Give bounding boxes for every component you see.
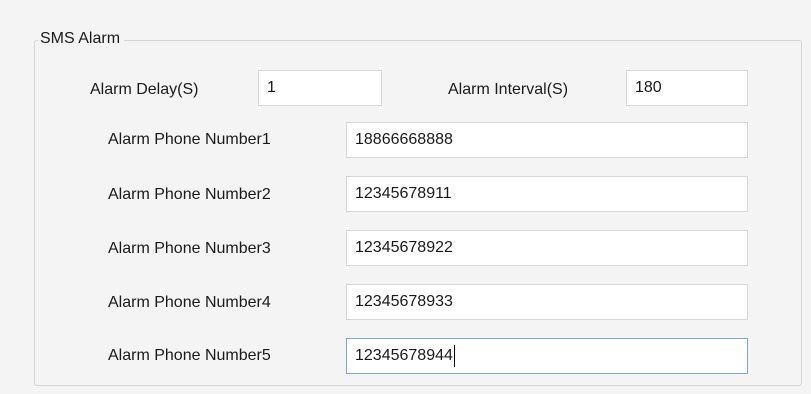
- alarm-phone-number-1-input[interactable]: [346, 122, 748, 158]
- alarm-phone-number-1-label: Alarm Phone Number1: [108, 131, 271, 148]
- alarm-phone-number-3-input[interactable]: [346, 230, 748, 266]
- alarm-interval-input[interactable]: [626, 70, 748, 106]
- sms-alarm-settings-panel: SMS Alarm Alarm Delay(S) Alarm Interval(…: [0, 0, 811, 394]
- alarm-delay-input[interactable]: [258, 70, 382, 106]
- alarm-phone-number-4-input[interactable]: [346, 284, 748, 320]
- alarm-phone-number-5-input[interactable]: [346, 338, 748, 374]
- alarm-interval-label: Alarm Interval(S): [448, 81, 569, 98]
- alarm-phone-number-3-label: Alarm Phone Number3: [108, 240, 271, 257]
- text-caret: [454, 345, 455, 367]
- alarm-delay-label: Alarm Delay(S): [90, 81, 199, 98]
- alarm-phone-number-2-label: Alarm Phone Number2: [108, 186, 271, 203]
- alarm-phone-number-5-label: Alarm Phone Number5: [108, 347, 271, 364]
- alarm-phone-number-4-label: Alarm Phone Number4: [108, 294, 271, 311]
- alarm-phone-number-2-input[interactable]: [346, 176, 748, 212]
- group-title: SMS Alarm: [38, 29, 125, 49]
